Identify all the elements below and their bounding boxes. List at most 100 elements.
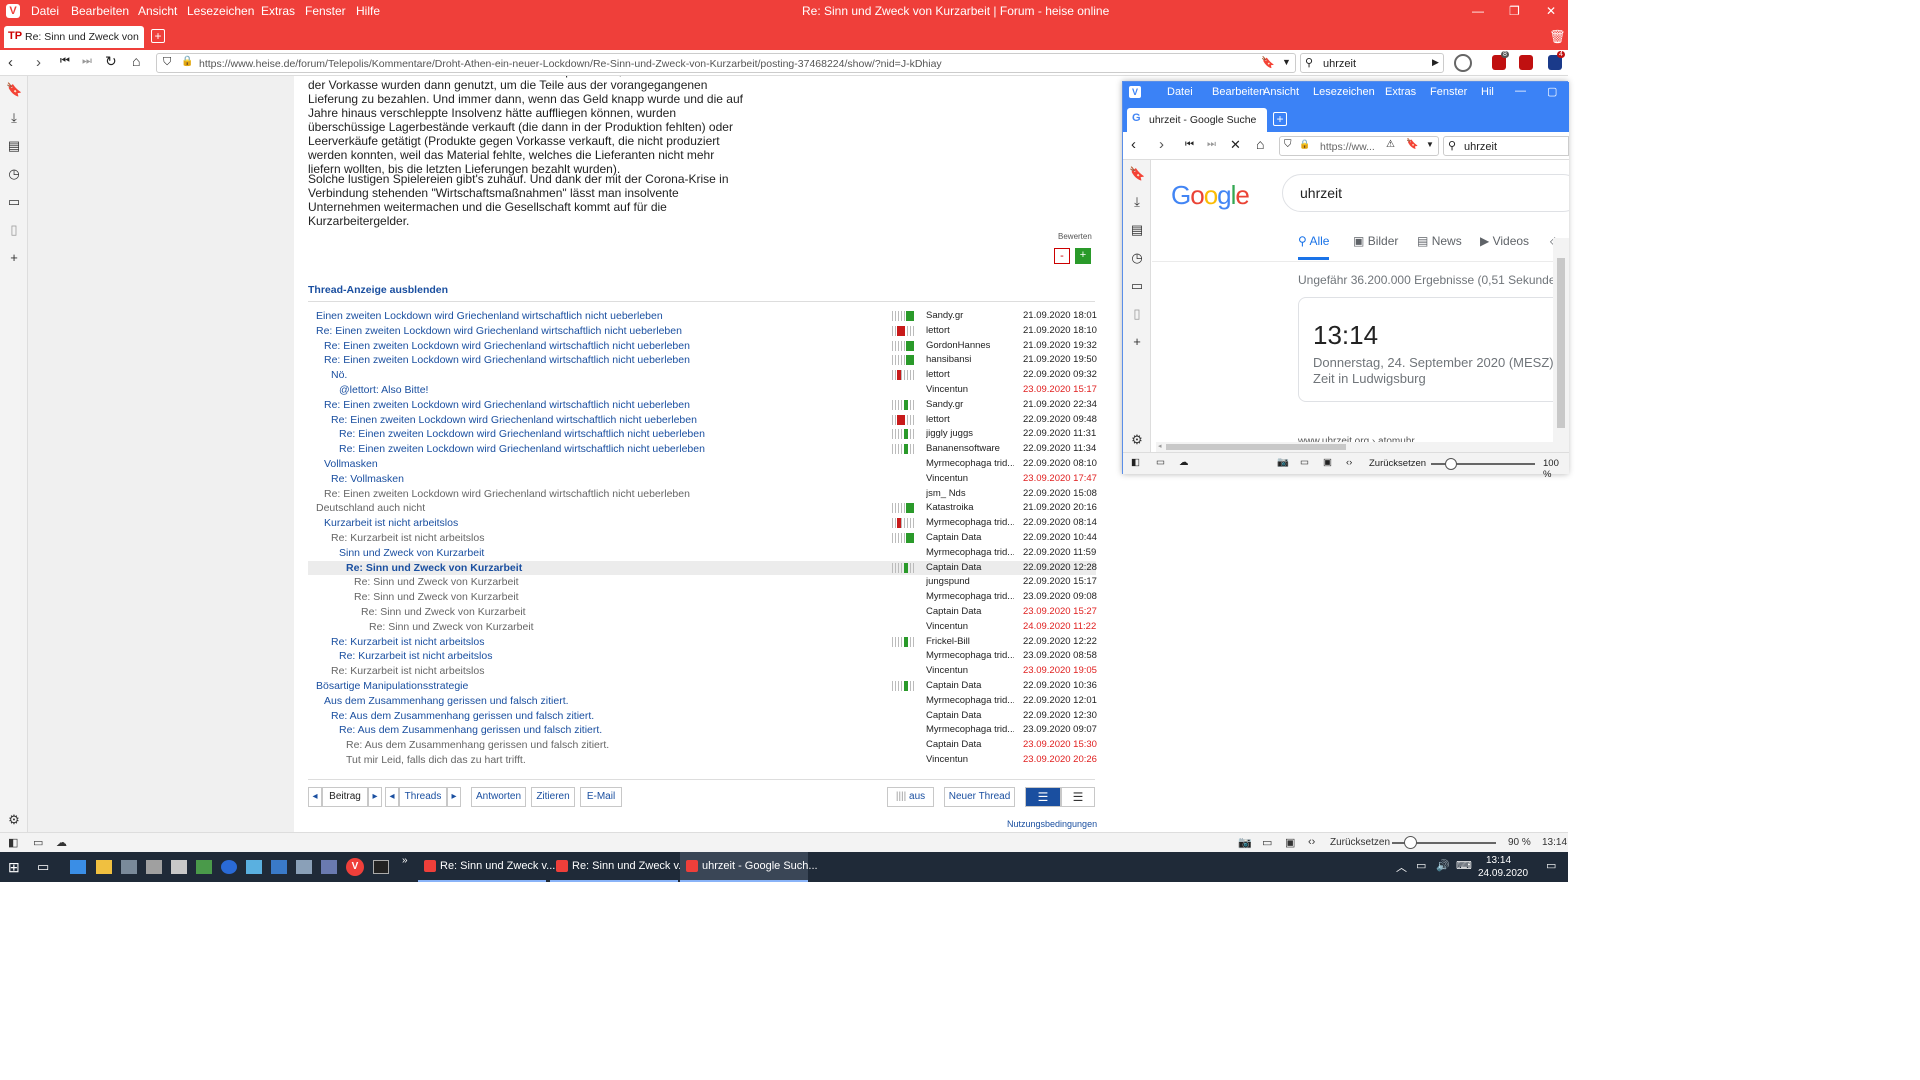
zoom-handle[interactable] [1404,836,1417,849]
popup-history-icon[interactable]: ◷ [1129,250,1145,266]
thread-title-link[interactable]: Re: Aus dem Zusammenhang gerissen und fa… [346,738,609,752]
pinned-app-5-icon[interactable] [171,860,187,874]
google-logo[interactable]: Google [1171,180,1250,211]
popup-bookmark-icon[interactable]: 🔖 [1406,139,1418,150]
google-search-input[interactable]: uhrzeit [1282,174,1569,212]
close-icon[interactable]: ✕ [1546,4,1556,18]
thread-title-link[interactable]: Re: Sinn und Zweck von Kurzarbeit [346,561,522,575]
thread-title-link[interactable]: Sinn und Zweck von Kurzarbeit [339,546,484,560]
thread-title-link[interactable]: Re: Aus dem Zusammenhang gerissen und fa… [331,709,594,723]
prev-beitrag-button[interactable]: ◂ [308,787,322,807]
popup-code-icon[interactable]: ‹› [1346,457,1352,468]
thread-row[interactable]: Re: Sinn und Zweck von Kurzarbeit Vincent… [308,620,1096,634]
thread-row[interactable]: Re: Kurzarbeit ist nicht arbeitslos Frick… [308,635,1097,649]
menu-extras[interactable]: Extras [261,4,295,18]
volume-icon[interactable]: 🔊 [1436,859,1450,872]
email-button[interactable]: E-Mail [580,787,622,807]
thread-row[interactable]: Re: Aus dem Zusammenhang gerissen und fa… [308,723,1097,737]
popup-settings-icon[interactable]: ⚙ [1129,432,1145,448]
thread-title-link[interactable]: @lettort: Also Bitte! [339,383,428,397]
view-flat-button[interactable]: ☰ [1061,787,1095,807]
thread-row[interactable]: Re: Sinn und Zweck von Kurzarbeit jungspu… [308,575,1097,589]
thread-row[interactable]: Re: Sinn und Zweck von Kurzarbeit Captain… [308,561,1097,575]
thread-title-link[interactable]: Einen zweiten Lockdown wird Griechenland… [316,309,663,323]
reload-icon[interactable]: ↻ [105,53,117,70]
thread-title-link[interactable]: Tut mir Leid, falls dich das zu hart tri… [346,753,526,767]
popup-maximize-icon[interactable]: ▢ [1547,85,1557,98]
pinned-app-7-icon[interactable] [221,860,237,874]
popup-forward-icon[interactable]: › [1159,136,1164,153]
popup-lock-icon[interactable]: 🔒 [1299,139,1310,150]
thread-title-link[interactable]: Re: Sinn und Zweck von Kurzarbeit [361,605,526,619]
window-panel-icon[interactable]: ▭ [6,194,22,210]
search-field[interactable]: ⚲ uhrzeit ▶ [1300,53,1444,73]
new-tab-button[interactable]: + [151,29,165,43]
thread-row[interactable]: Tut mir Leid, falls dich das zu hart tri… [308,753,1097,767]
taskbar-window-1[interactable]: Re: Sinn und Zweck v... [418,852,555,882]
url-field[interactable]: ⛉ 🔒 https://www.heise.de/forum/Telepolis… [156,53,1296,73]
popup-vivaldi-logo-icon[interactable]: V [1129,86,1141,98]
google-tab-videos[interactable]: ▶ Videos [1480,234,1529,248]
thread-row[interactable]: Re: Sinn und Zweck von Kurzarbeit Captain… [308,605,1097,619]
popup-menu-hilfe[interactable]: Hil [1481,86,1494,98]
rate-minus-button[interactable]: - [1054,248,1070,264]
restore-icon[interactable]: ❐ [1509,4,1520,18]
thread-row[interactable]: Re: Einen zweiten Lockdown wird Griechen… [308,427,1096,441]
panel-toggle-icon[interactable]: ◧ [8,836,18,849]
thread-row[interactable]: Re: Einen zweiten Lockdown wird Griechen… [308,442,1096,456]
popup-panel-toggle-icon[interactable]: ◧ [1131,457,1140,468]
thread-row[interactable]: Re: Sinn und Zweck von Kurzarbeit Myrmeco… [308,590,1097,604]
popup-menu-fenster[interactable]: Fenster [1430,86,1467,98]
bookmarks-icon[interactable]: 🔖 [6,82,22,98]
new-thread-button[interactable]: Neuer Thread [944,787,1015,807]
thread-row[interactable]: Nö. lettort 22.09.2020 09:32 [308,368,1097,382]
terminal-icon[interactable] [373,860,389,874]
popup-reset-label[interactable]: Zurücksetzen [1369,458,1426,469]
pinned-app-3-icon[interactable] [121,860,137,874]
popup-image-icon[interactable]: ▣ [1323,457,1332,468]
popup-menu-bearbeiten[interactable]: Bearbeiten [1212,86,1265,98]
popup-menu-datei[interactable]: Datei [1167,86,1193,98]
thread-title-link[interactable]: Nö. [331,368,347,382]
thread-row[interactable]: Bösartige Manipulationsstrategie Captain … [308,679,1097,693]
thread-row[interactable]: Re: Einen zweiten Lockdown wird Griechen… [308,487,1097,501]
popup-menu-extras[interactable]: Extras [1385,86,1416,98]
popup-back-icon[interactable]: ‹ [1131,136,1136,153]
home-icon[interactable]: ⌂ [132,53,140,69]
tab-active[interactable]: TP Re: Sinn und Zweck von Ku [4,26,144,48]
thread-title-link[interactable]: Re: Einen zweiten Lockdown wird Griechen… [324,339,690,353]
menu-hilfe[interactable]: Hilfe [356,4,380,18]
scroll-left-icon[interactable]: ◂ [1158,442,1162,450]
popup-menu-lesezeichen[interactable]: Lesezeichen [1313,86,1375,98]
thread-title-link[interactable]: Re: Einen zweiten Lockdown wird Griechen… [339,442,705,456]
thread-row[interactable]: Re: Einen zweiten Lockdown wird Griechen… [308,324,1097,338]
thread-row[interactable]: Aus dem Zusammenhang gerissen und falsch… [308,694,1097,708]
add-panel-icon[interactable]: + [6,250,22,266]
menu-bearbeiten[interactable]: Bearbeiten [71,4,129,18]
popup-add-panel-icon[interactable]: + [1129,334,1145,350]
shield-icon[interactable]: ⛉ [163,56,171,69]
thread-row[interactable]: Re: Einen zweiten Lockdown wird Griechen… [308,413,1097,427]
popup-menu-ansicht[interactable]: Ansicht [1263,86,1299,98]
pinned-app-10-icon[interactable] [296,860,312,874]
search-go-icon[interactable]: ▶ [1432,57,1439,68]
thread-title-link[interactable]: Kurzarbeit ist nicht arbeitslos [324,516,458,530]
pinned-app-1-icon[interactable] [70,860,86,874]
reset-label[interactable]: Zurücksetzen [1330,837,1390,848]
thread-title-link[interactable]: Re: Sinn und Zweck von Kurzarbeit [354,575,519,589]
popup-zoom-handle[interactable] [1445,458,1457,470]
thread-row[interactable]: Re: Vollmasken Vincentun 23.09.2020 17:47 [308,472,1097,486]
bookmark-icon[interactable]: 🔖 [1261,56,1275,69]
file-explorer-icon[interactable] [96,860,112,874]
pinned-app-6-icon[interactable] [196,860,212,874]
popup-window-icon[interactable]: ▭ [1300,457,1309,468]
rating-filter-button[interactable]: |||| aus [887,787,934,807]
trash-icon[interactable]: 🗑 [1549,29,1566,45]
thread-row[interactable]: Einen zweiten Lockdown wird Griechenland… [308,309,1097,323]
popup-tiling-icon[interactable]: ▭ [1156,457,1165,468]
pinned-app-11-icon[interactable] [321,860,337,874]
popup-horizontal-scrollbar[interactable]: ◂ [1156,442,1569,452]
popup-rewind-icon[interactable]: ⏮ [1185,139,1194,150]
tray-chevron-icon[interactable]: ︿ [1396,859,1407,875]
window-icon[interactable]: ▭ [1262,836,1272,849]
